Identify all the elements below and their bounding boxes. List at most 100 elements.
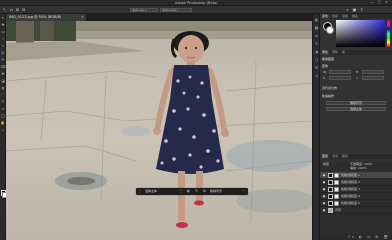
maximize-icon[interactable]: ▢ <box>377 0 382 4</box>
layer-mask-thumbnail[interactable] <box>334 173 339 178</box>
tab-paths[interactable]: 路径 <box>340 154 350 159</box>
drag-handle-icon[interactable]: ⋮ <box>137 189 142 194</box>
tab-layers[interactable]: 图层 <box>320 154 331 159</box>
brush-tool-icon[interactable]: ✎ <box>1 58 6 63</box>
swatches-icon[interactable]: ▦ <box>314 26 319 31</box>
visibility-eye-icon[interactable]: ● <box>322 187 326 192</box>
workspace-icon[interactable]: ▣ <box>352 7 357 12</box>
width-field[interactable] <box>329 70 351 74</box>
gradient-tool-icon[interactable]: ◪ <box>1 79 6 84</box>
settings-icon[interactable]: ⚙ <box>202 189 207 194</box>
minimize-icon[interactable]: — <box>370 0 375 4</box>
layer-name: 色相/饱和度 5 <box>341 201 360 205</box>
select-subject-dropdown[interactable]: 选择主体 ▾ <box>130 7 158 12</box>
tab-adjustments[interactable]: 调整 <box>330 50 340 55</box>
fill-control[interactable]: 填充: 100% <box>350 166 367 170</box>
select-subject-button[interactable]: 选择主体 <box>145 188 157 195</box>
dodge-tool-icon[interactable]: ◍ <box>1 86 6 91</box>
layer-row[interactable]: ● 色相/饱和度 4 <box>320 193 392 200</box>
clone-stamp-tool-icon[interactable]: ✤ <box>1 72 6 77</box>
contextual-task-bar: ⋮ 选择主体 ⬚ ◐ ✎ ⚙ 移除背景 ⋯ <box>136 188 248 195</box>
background-color-chip[interactable] <box>326 26 334 34</box>
tab-properties[interactable]: 属性 <box>320 50 331 55</box>
frame-tool-icon[interactable]: ⬚ <box>1 93 6 98</box>
artboard-tool-icon[interactable]: ✥ <box>1 23 6 28</box>
share-icon[interactable]: ⇪ <box>359 7 364 12</box>
visibility-eye-icon[interactable]: ● <box>322 180 326 185</box>
hue-slider[interactable] <box>387 20 390 47</box>
width-label: W <box>323 70 326 74</box>
layer-mask-thumbnail[interactable] <box>334 180 339 185</box>
layer-kind-filter[interactable]: 类型 <box>323 162 329 166</box>
shape-tool-icon[interactable]: ◯ <box>1 114 6 119</box>
layer-row[interactable]: ● 色相/饱和度 5 <box>320 200 392 207</box>
path-selection-tool-icon[interactable]: ↗ <box>1 107 6 112</box>
3d-icon[interactable]: ⬡ <box>314 58 319 63</box>
layer-thumbnail <box>328 194 333 199</box>
brush-settings-icon[interactable]: ✎ <box>314 42 319 47</box>
tab-swatches[interactable]: 色板 <box>330 14 340 19</box>
history-icon[interactable]: ◐ <box>314 18 319 23</box>
remove-background-button[interactable]: 移除背景 <box>210 188 222 195</box>
navigator-icon[interactable]: ◎ <box>314 74 319 79</box>
transform-heading: 变换 <box>322 64 329 68</box>
visibility-eye-icon[interactable]: ● <box>322 201 326 206</box>
zoom-tool-icon[interactable]: ⌕ <box>1 128 6 133</box>
tab-color[interactable]: 颜色 <box>320 14 331 19</box>
select-subject-action[interactable]: 选择主体 <box>326 107 386 111</box>
layer-row[interactable]: ● 色相/饱和度 1 <box>320 172 392 179</box>
lasso-tool-icon[interactable]: ⌁ <box>1 37 6 42</box>
color-panel-tabs: 颜色 色板 渐变 图案 <box>320 14 392 19</box>
visibility-eye-icon[interactable]: ● <box>322 194 326 199</box>
visibility-eye-icon[interactable]: ● <box>322 173 326 178</box>
crop-tool-icon[interactable]: ⊡ <box>1 51 6 56</box>
close-window-icon[interactable]: ✕ <box>384 0 389 4</box>
layer-row[interactable]: ● 色相/饱和度 2 <box>320 179 392 186</box>
layer-thumbnail <box>328 208 333 213</box>
y-field[interactable] <box>362 76 384 80</box>
layer-name: 色相/饱和度 1 <box>341 173 360 177</box>
mask-icon[interactable]: ◐ <box>186 189 191 194</box>
eraser-tool-icon[interactable]: ⌫ <box>1 65 6 70</box>
adjustments-icon[interactable]: ◑ <box>314 50 319 55</box>
layer-row[interactable]: ● 背景 <box>320 207 392 214</box>
visibility-eye-icon[interactable]: ● <box>322 208 326 213</box>
layer-thumbnail <box>328 173 333 178</box>
type-tool-icon[interactable]: T <box>1 100 6 105</box>
remove-background-action[interactable]: 删除背景 <box>326 101 386 105</box>
quick-selection-tool-icon[interactable]: ⌖ <box>1 44 6 49</box>
current-tool-icon[interactable]: ↖ <box>2 7 7 12</box>
move-tool-icon[interactable]: ↖ <box>1 16 6 21</box>
more-options-icon[interactable]: ⋯ <box>241 189 246 194</box>
layer-mask-thumbnail[interactable] <box>334 194 339 199</box>
paragraph-icon[interactable]: ≡ <box>314 34 319 39</box>
new-selection-icon[interactable]: ▭ <box>9 7 14 12</box>
search-icon[interactable]: ⌕ <box>345 7 350 12</box>
subtract-selection-icon[interactable]: ⊟ <box>21 7 26 12</box>
right-panels: 颜色 色板 渐变 图案 属性 调整库 像素图层 变换 W H X Y 对齐并分布 快速操… <box>320 14 392 240</box>
layer-row[interactable]: ● 色相/饱和度 3 <box>320 186 392 193</box>
libraries-icon[interactable]: ☰ <box>314 66 319 71</box>
align-heading: 对齐并分布 <box>322 86 338 90</box>
add-selection-icon[interactable]: ⊞ <box>15 7 20 12</box>
tab-close-icon[interactable]: × <box>81 14 84 21</box>
layer-mask-thumbnail[interactable] <box>334 201 339 206</box>
document-tab[interactable]: IMG_0123.jpg @ 50% (RGB/8) × <box>6 14 86 21</box>
layer-mask-thumbnail[interactable] <box>334 187 339 192</box>
layers-footer-actions[interactable]: fx ◐ ▭ ⊞ 🗑 <box>320 234 392 240</box>
tab-gradients[interactable]: 渐变 <box>340 14 350 19</box>
marquee-tool-icon[interactable]: ▭ <box>1 30 6 35</box>
brush-icon[interactable]: ✎ <box>194 189 199 194</box>
select-and-mask-button[interactable]: 选择并遮住... <box>160 7 192 12</box>
color-picker-field[interactable] <box>336 20 385 47</box>
tab-patterns[interactable]: 图案 <box>350 14 360 19</box>
document-tab-bar: IMG_0123.jpg @ 50% (RGB/8) × <box>6 14 318 21</box>
hand-tool-icon[interactable]: ✋ <box>1 121 6 126</box>
x-field[interactable] <box>329 76 351 80</box>
document-canvas[interactable]: ⋮ 选择主体 ⬚ ◐ ✎ ⚙ 移除背景 ⋯ <box>6 21 312 240</box>
select-icon[interactable]: ⬚ <box>178 189 183 194</box>
tab-channels[interactable]: 通道 <box>330 154 340 159</box>
y-label: Y <box>356 76 358 80</box>
height-field[interactable] <box>362 70 384 74</box>
tab-libraries[interactable]: 库 <box>340 50 347 55</box>
